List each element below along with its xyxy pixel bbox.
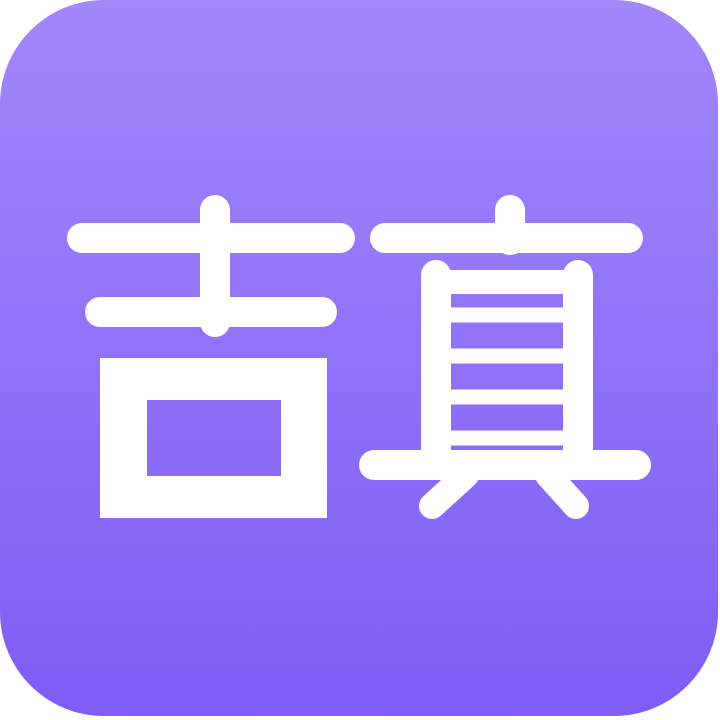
app-icon[interactable]: 吉真 [0,0,718,716]
app-icon-glyph-text: 吉真 [0,0,1,1]
app-icon-artwork [0,0,718,716]
